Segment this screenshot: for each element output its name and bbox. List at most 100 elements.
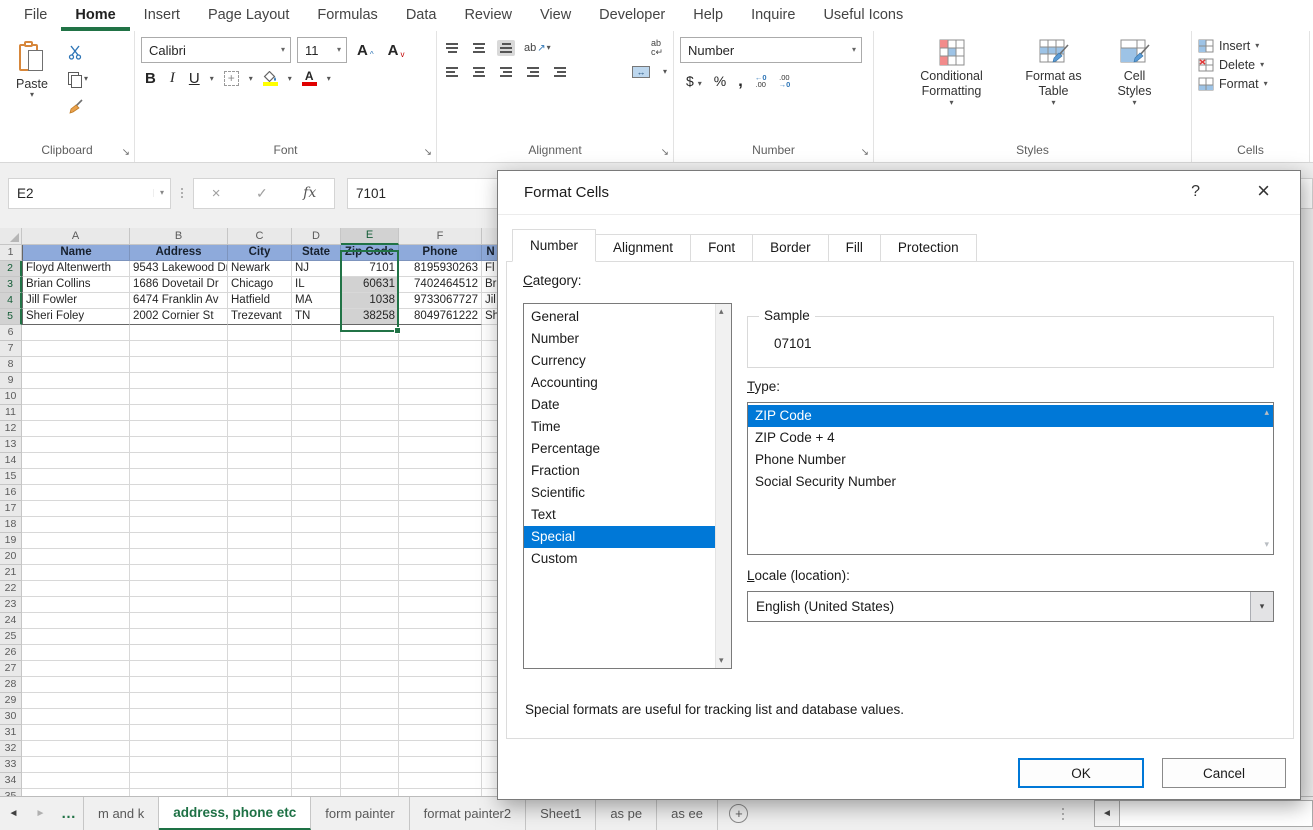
- cell-D17[interactable]: [292, 501, 341, 517]
- cell-E6[interactable]: [341, 325, 399, 341]
- cell-F26[interactable]: [399, 645, 482, 661]
- ribbon-tab[interactable]: Review: [450, 2, 526, 31]
- cell-C26[interactable]: [228, 645, 292, 661]
- cell-A32[interactable]: [22, 741, 130, 757]
- top-align-button[interactable]: [443, 40, 461, 56]
- cell-D31[interactable]: [292, 725, 341, 741]
- cell-F8[interactable]: [399, 357, 482, 373]
- cell-A27[interactable]: [22, 661, 130, 677]
- cell-B22[interactable]: [130, 581, 228, 597]
- cell-F7[interactable]: [399, 341, 482, 357]
- column-header-D[interactable]: D: [292, 228, 341, 245]
- cell-B16[interactable]: [130, 485, 228, 501]
- cell-A33[interactable]: [22, 757, 130, 773]
- locale-select[interactable]: English (United States) ▾: [747, 591, 1274, 622]
- cell-E4[interactable]: 1038: [341, 293, 399, 309]
- cancel-button[interactable]: Cancel: [1162, 758, 1286, 788]
- cell-F14[interactable]: [399, 453, 482, 469]
- cell-B27[interactable]: [130, 661, 228, 677]
- cell-E20[interactable]: [341, 549, 399, 565]
- bold-button[interactable]: B: [141, 69, 160, 88]
- cell-C16[interactable]: [228, 485, 292, 501]
- cell-D3[interactable]: IL: [292, 277, 341, 293]
- cell-C14[interactable]: [228, 453, 292, 469]
- cell-A3[interactable]: Brian Collins: [22, 277, 130, 293]
- paste-button[interactable]: Paste ▾: [6, 37, 58, 142]
- cell-B23[interactable]: [130, 597, 228, 613]
- hscroll-left-button[interactable]: ◄: [1094, 800, 1120, 827]
- row-header-8[interactable]: 8: [0, 357, 22, 373]
- cell-E8[interactable]: [341, 357, 399, 373]
- cell-C23[interactable]: [228, 597, 292, 613]
- cell-E15[interactable]: [341, 469, 399, 485]
- cell-B25[interactable]: [130, 629, 228, 645]
- cell-A5[interactable]: Sheri Foley: [22, 309, 130, 325]
- cell-E28[interactable]: [341, 677, 399, 693]
- cell-A11[interactable]: [22, 405, 130, 421]
- cell-D6[interactable]: [292, 325, 341, 341]
- cell-C4[interactable]: Hatfield: [228, 293, 292, 309]
- row-header-4[interactable]: 4: [0, 293, 22, 309]
- row-header-33[interactable]: 33: [0, 757, 22, 773]
- cell-D26[interactable]: [292, 645, 341, 661]
- ok-button[interactable]: OK: [1018, 758, 1144, 788]
- cell-A30[interactable]: [22, 709, 130, 725]
- category-scrollbar[interactable]: ▴ ▾: [715, 304, 731, 668]
- cell-D34[interactable]: [292, 773, 341, 789]
- cell-F22[interactable]: [399, 581, 482, 597]
- row-header-27[interactable]: 27: [0, 661, 22, 677]
- row-header-20[interactable]: 20: [0, 549, 22, 565]
- cell-C12[interactable]: [228, 421, 292, 437]
- cell-A15[interactable]: [22, 469, 130, 485]
- cell-D13[interactable]: [292, 437, 341, 453]
- row-header-10[interactable]: 10: [0, 389, 22, 405]
- dialog-tab[interactable]: Font: [691, 234, 753, 262]
- row-header-32[interactable]: 32: [0, 741, 22, 757]
- cell-B19[interactable]: [130, 533, 228, 549]
- type-item[interactable]: Social Security Number: [748, 471, 1273, 493]
- sheet-tab[interactable]: as ee: [657, 797, 718, 830]
- cell-C29[interactable]: [228, 693, 292, 709]
- chevron-down-icon[interactable]: ▾: [327, 75, 331, 83]
- cell-F34[interactable]: [399, 773, 482, 789]
- cell-A25[interactable]: [22, 629, 130, 645]
- row-header-29[interactable]: 29: [0, 693, 22, 709]
- cancel-entry-icon[interactable]: ×: [212, 185, 221, 202]
- row-header-22[interactable]: 22: [0, 581, 22, 597]
- sheet-nav-back-icon[interactable]: ◄: [0, 797, 27, 830]
- cell-B17[interactable]: [130, 501, 228, 517]
- more-sheets-button[interactable]: …: [54, 797, 84, 830]
- cell-B10[interactable]: [130, 389, 228, 405]
- decrease-decimal-button[interactable]: .00→0: [779, 74, 791, 88]
- cell-A18[interactable]: [22, 517, 130, 533]
- row-header-6[interactable]: 6: [0, 325, 22, 341]
- cell-B21[interactable]: [130, 565, 228, 581]
- category-item[interactable]: Accounting: [524, 372, 731, 394]
- row-header-24[interactable]: 24: [0, 613, 22, 629]
- cell-D19[interactable]: [292, 533, 341, 549]
- row-header-28[interactable]: 28: [0, 677, 22, 693]
- cell-C11[interactable]: [228, 405, 292, 421]
- chevron-down-icon[interactable]: ▾: [210, 75, 214, 83]
- cell-F13[interactable]: [399, 437, 482, 453]
- cell-E24[interactable]: [341, 613, 399, 629]
- cell-D10[interactable]: [292, 389, 341, 405]
- cell-C1[interactable]: City: [228, 245, 292, 261]
- help-icon[interactable]: ?: [1191, 183, 1200, 201]
- center-button[interactable]: [470, 64, 488, 80]
- cell-B28[interactable]: [130, 677, 228, 693]
- cell-A24[interactable]: [22, 613, 130, 629]
- cell-E29[interactable]: [341, 693, 399, 709]
- cell-E17[interactable]: [341, 501, 399, 517]
- cell-A2[interactable]: Floyd Altenwerth: [22, 261, 130, 277]
- cell-A10[interactable]: [22, 389, 130, 405]
- ribbon-tab[interactable]: File: [10, 2, 61, 31]
- cell-C35[interactable]: [228, 789, 292, 796]
- ribbon-tab[interactable]: Data: [392, 2, 451, 31]
- cell-F1[interactable]: Phone: [399, 245, 482, 261]
- sheet-tab[interactable]: form painter: [311, 797, 409, 830]
- chevron-down-icon[interactable]: ▾: [249, 75, 253, 83]
- row-header-11[interactable]: 11: [0, 405, 22, 421]
- cell-E30[interactable]: [341, 709, 399, 725]
- cell-E23[interactable]: [341, 597, 399, 613]
